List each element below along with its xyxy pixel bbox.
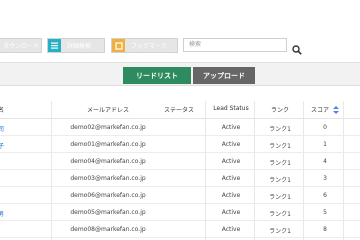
- email-cell: demo08@markefan.co.jp: [70, 226, 146, 233]
- download-button[interactable]: ダウンロード: [0, 38, 42, 53]
- rank-cell: ランク1: [269, 160, 291, 167]
- bookmark-button[interactable]: ブックマーク: [111, 38, 178, 53]
- header-name[interactable]: 名: [0, 105, 4, 114]
- rank-cell: ランク1: [269, 126, 291, 133]
- table-row[interactable]: demo03@markefan.co.jp Active ランク1 3: [0, 170, 360, 187]
- score-cell: 0: [323, 124, 327, 131]
- header-score[interactable]: スコア: [311, 105, 329, 114]
- email-cell: demo01@markefan.co.jp: [70, 141, 146, 148]
- email-cell: demo04@markefan.co.jp: [70, 158, 146, 165]
- tab-lead-list[interactable]: リードリスト: [123, 67, 191, 84]
- search-icon[interactable]: [292, 40, 302, 55]
- header-rank[interactable]: ランク: [266, 105, 294, 114]
- score-cell: 6: [323, 192, 327, 199]
- tab-upload-label: アップロード: [203, 71, 245, 80]
- detail-search-icon: [48, 39, 61, 52]
- score-cell: 3: [323, 175, 327, 182]
- sort-icon[interactable]: [333, 106, 339, 116]
- detail-search-label: 詳細検索: [67, 43, 92, 50]
- bookmark-icon: [112, 39, 125, 52]
- score-cell: 8: [323, 226, 327, 233]
- table-row[interactable]: 子 demo01@markefan.co.jp Active ランク1 1: [0, 136, 360, 153]
- table-header: 名 メールアドレス ステータス Lead Status ランク スコア: [0, 101, 360, 119]
- table-row[interactable]: 男 demo05@markefan.co.jp Active ランク1 5: [0, 204, 360, 221]
- detail-search-button[interactable]: 詳細検索: [47, 38, 105, 53]
- score-cell: 5: [323, 209, 327, 216]
- score-cell: 1: [323, 141, 327, 148]
- bookmark-label: ブックマーク: [131, 43, 168, 50]
- lead-status-cell: Active: [221, 158, 241, 165]
- table-row[interactable]: demo04@markefan.co.jp Active ランク1 4: [0, 153, 360, 170]
- email-cell: demo02@markefan.co.jp: [70, 124, 146, 131]
- lead-name-link[interactable]: 男: [0, 209, 4, 218]
- lead-name-link[interactable]: 子: [0, 141, 4, 150]
- tab-bar: リードリスト アップロード: [0, 62, 360, 86]
- email-cell: demo03@markefan.co.jp: [70, 175, 146, 182]
- header-lead-status[interactable]: Lead Status: [212, 105, 250, 112]
- email-cell: demo05@markefan.co.jp: [70, 209, 146, 216]
- tab-upload[interactable]: アップロード: [193, 67, 255, 84]
- score-cell: 4: [323, 158, 327, 165]
- rank-cell: ランク1: [269, 177, 291, 184]
- lead-status-cell: Active: [221, 226, 241, 233]
- lead-name-link[interactable]: 司: [0, 124, 4, 133]
- email-cell: demo06@markefan.co.jp: [70, 192, 146, 199]
- table-row[interactable]: demo06@markefan.co.jp Active ランク1 6: [0, 187, 360, 204]
- lead-status-cell: Active: [221, 175, 241, 182]
- header-status[interactable]: ステータス: [158, 105, 200, 114]
- lead-status-cell: Active: [221, 209, 241, 216]
- rank-cell: ランク1: [269, 143, 291, 150]
- rank-cell: ランク1: [269, 194, 291, 201]
- toolbar: ダウンロード 詳細検索 ブックマーク: [0, 0, 360, 62]
- tab-lead-list-label: リードリスト: [136, 71, 178, 80]
- lead-status-cell: Active: [221, 124, 241, 131]
- rank-cell: ランク1: [269, 211, 291, 218]
- table-row[interactable]: 司 demo02@markefan.co.jp Active ランク1 0: [0, 119, 360, 136]
- table-row[interactable]: demo08@markefan.co.jp Active ランク1 8: [0, 221, 360, 238]
- download-button-label: ダウンロード: [3, 43, 40, 50]
- search-input[interactable]: [183, 38, 287, 52]
- lead-status-cell: Active: [221, 141, 241, 148]
- rank-cell: ランク1: [269, 228, 291, 235]
- header-email[interactable]: メールアドレス: [63, 105, 153, 114]
- lead-status-cell: Active: [221, 192, 241, 199]
